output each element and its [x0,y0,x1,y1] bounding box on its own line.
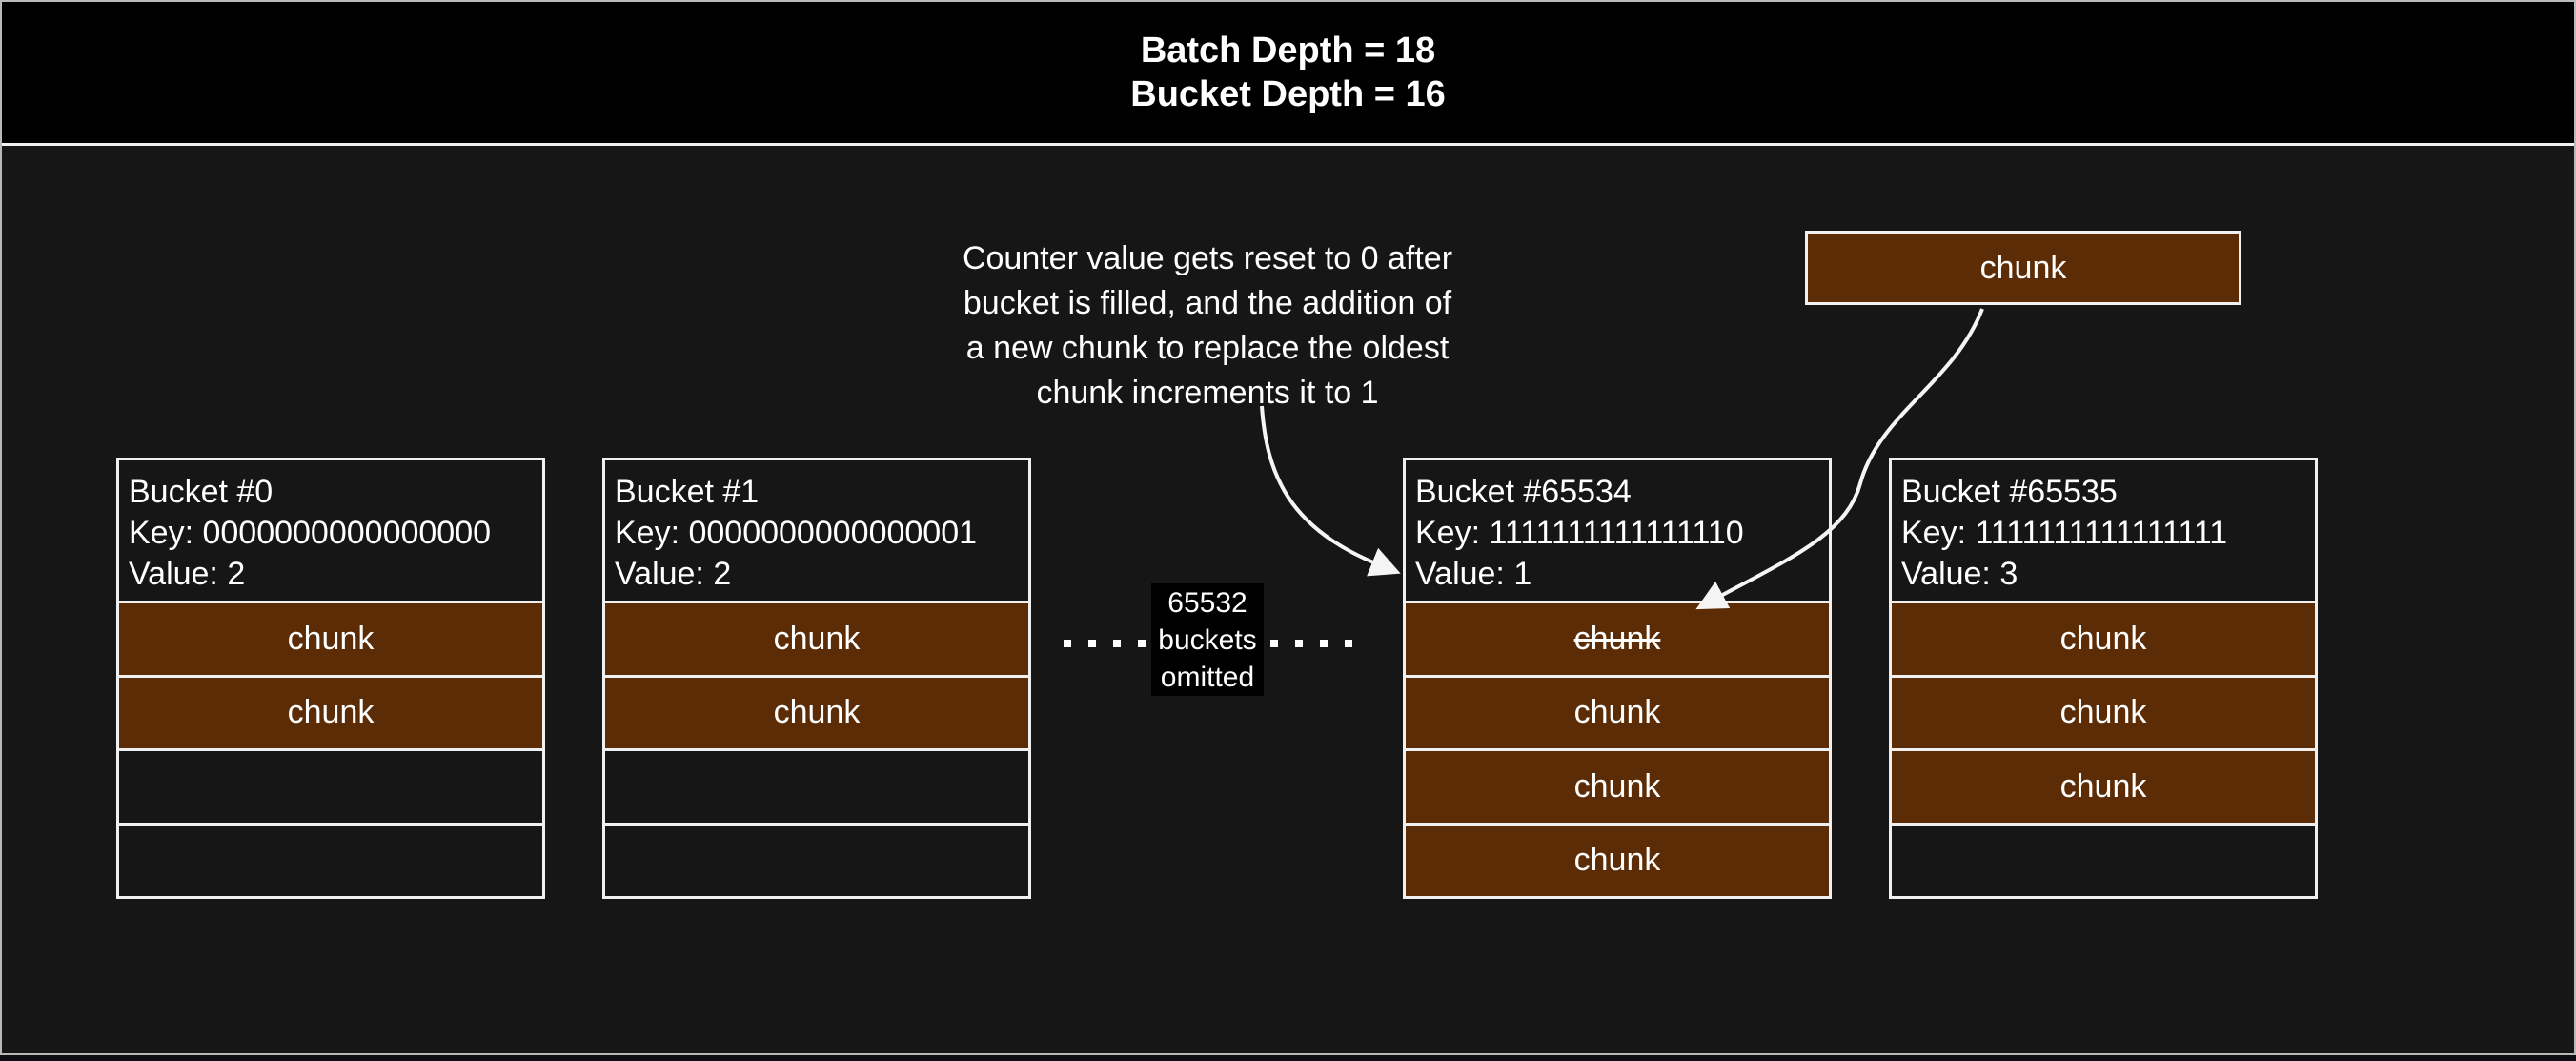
bucket-0: Bucket #0 Key: 0000000000000000 Value: 2… [116,458,545,899]
bucket-1-header: Bucket #1 Key: 0000000000000001 Value: 2 [605,460,1028,601]
annotation-line: Counter value gets reset to 0 after [915,236,1500,281]
dot [1138,640,1146,647]
chunk-label: chunk [288,694,375,731]
bucket-65535-slot-1: chunk [1892,675,2315,749]
bucket-key: Key: 0000000000000000 [129,513,533,554]
bucket-1-slot-0: chunk [605,601,1028,675]
dot [1088,640,1096,647]
dot [1320,640,1328,647]
bucket-65534: Bucket #65534 Key: 1111111111111110 Valu… [1403,458,1832,899]
bucket-value: Value: 1 [1415,554,1819,595]
bucket-1: Bucket #1 Key: 0000000000000001 Value: 2… [602,458,1031,899]
bucket-1-slot-2 [605,748,1028,823]
dot [1113,640,1121,647]
bucket-0-slot-0: chunk [119,601,542,675]
incoming-chunk-box: chunk [1805,231,2241,305]
chunk-label: chunk [2060,621,2147,658]
bucket-0-slot-2 [119,748,542,823]
annotation-line: bucket is filled, and the addition of [915,281,1500,326]
bucket-65534-slot-0: chunk [1406,601,1829,675]
annotation-line: chunk increments it to 1 [915,371,1500,416]
bucket-65534-header: Bucket #65534 Key: 1111111111111110 Valu… [1406,460,1829,601]
bucket-0-header: Bucket #0 Key: 0000000000000000 Value: 2 [119,460,542,601]
bucket-65535-header: Bucket #65535 Key: 1111111111111111 Valu… [1892,460,2315,601]
title-bar: Batch Depth = 18 Bucket Depth = 16 [2,2,2574,146]
omitted-buckets-note: 65532 buckets omitted [1151,583,1264,696]
bucket-1-slot-1: chunk [605,675,1028,749]
chunk-label: chunk [1574,768,1661,806]
omitted-line: buckets [1158,622,1256,659]
bucket-title: Bucket #65535 [1901,472,2305,513]
counter-reset-annotation: Counter value gets reset to 0 after buck… [915,236,1500,416]
bucket-value: Value: 3 [1901,554,2305,595]
bucket-0-slot-1: chunk [119,675,542,749]
bucket-65534-slot-3: chunk [1406,823,1829,897]
bucket-1-slot-3 [605,823,1028,897]
bucket-value: Value: 2 [129,554,533,595]
bucket-65535-slot-2: chunk [1892,748,2315,823]
omitted-line: 65532 [1167,584,1247,622]
bucket-65534-slot-2: chunk [1406,748,1829,823]
bucket-key: Key: 1111111111111110 [1415,513,1819,554]
oldest-chunk-label: chunk [1574,621,1661,658]
diagram-canvas: Batch Depth = 18 Bucket Depth = 16 Count… [0,0,2576,1055]
title-line-batch-depth: Batch Depth = 18 [1141,29,1435,72]
chunk-label: chunk [1574,842,1661,879]
bucket-65534-slot-1: chunk [1406,675,1829,749]
chunk-label: chunk [1574,694,1661,731]
dot [1295,640,1303,647]
ellipsis-dots-left [1064,640,1146,647]
bucket-key: Key: 0000000000000001 [615,513,1019,554]
bucket-title: Bucket #65534 [1415,472,1819,513]
bucket-title: Bucket #1 [615,472,1019,513]
bucket-value: Value: 2 [615,554,1019,595]
bucket-65535: Bucket #65535 Key: 1111111111111111 Valu… [1889,458,2318,899]
chunk-label: chunk [288,621,375,658]
omitted-line: omitted [1161,659,1254,696]
ellipsis-dots-right [1270,640,1352,647]
bucket-65535-slot-3 [1892,823,2315,897]
bucket-0-slot-3 [119,823,542,897]
annotation-line: a new chunk to replace the oldest [915,326,1500,371]
dot [1270,640,1278,647]
chunk-label: chunk [774,694,861,731]
dot [1064,640,1071,647]
chunk-label: chunk [2060,768,2147,806]
chunk-label: chunk [774,621,861,658]
bucket-65535-slot-0: chunk [1892,601,2315,675]
dot [1345,640,1352,647]
chunk-label: chunk [2060,694,2147,731]
title-line-bucket-depth: Bucket Depth = 16 [1130,72,1446,116]
incoming-chunk-label: chunk [1980,250,2067,287]
annotation-to-bucket-arrow [1262,406,1378,564]
bucket-title: Bucket #0 [129,472,533,513]
bucket-key: Key: 1111111111111111 [1901,513,2305,554]
